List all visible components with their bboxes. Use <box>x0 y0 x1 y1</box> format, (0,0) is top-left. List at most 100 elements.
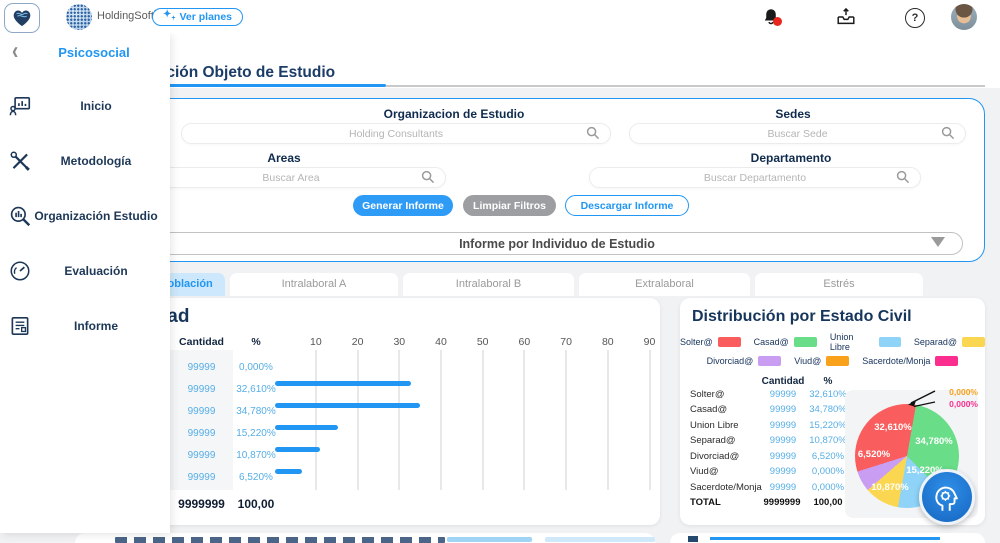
gauge-icon <box>10 261 30 281</box>
clear-filters-button[interactable]: Limpiar Filtros <box>463 195 556 216</box>
pie-row-cantidad: 99999 <box>769 435 797 446</box>
org-search-input[interactable] <box>181 123 611 144</box>
marital-status-title: Distribución por Estado Civil <box>692 308 912 325</box>
area-search-input[interactable] <box>136 167 446 188</box>
generate-report-button[interactable]: Generar Informe <box>353 195 453 216</box>
bar <box>275 446 321 452</box>
sidebar-item-label: Evaluación <box>64 264 128 278</box>
sidebar-item-informe[interactable]: Informe <box>0 311 170 341</box>
legend-label: Sacerdote/Monja <box>862 356 931 366</box>
search-building-icon <box>10 206 31 227</box>
report-icon <box>11 317 29 335</box>
bar <box>275 402 421 408</box>
pie-legend-row-2: Divorciad@ Viud@ Sacerdote/Monja <box>680 356 985 366</box>
pie-row-percent: 10,870% <box>809 435 847 446</box>
pie-percent-header: % <box>823 376 833 387</box>
sparkle-icon: ✦+ <box>163 9 176 23</box>
pie-row-percent: 6,520% <box>811 450 845 462</box>
outbox-icon[interactable] <box>834 6 858 28</box>
cantidad-column-header: Cantidad <box>179 336 224 348</box>
x-tick-label: 10 <box>310 336 322 348</box>
sidebar-section-title: Psicosocial <box>58 45 130 60</box>
gridline <box>356 350 359 490</box>
x-tick-label: 60 <box>518 336 531 348</box>
legend-label: Divorciad@ <box>706 356 754 366</box>
sidebar-item-inicio[interactable]: Inicio <box>0 91 170 121</box>
gridline <box>314 350 317 490</box>
report-type-select[interactable]: Informe por Individuo de Estudio <box>151 232 963 255</box>
org-label: Organizacion de Estudio <box>383 107 525 121</box>
x-tick-label: 70 <box>560 336 572 348</box>
percent-cell: 32,610% <box>236 384 276 395</box>
collapse-sidebar-chevron-icon[interactable]: ‹ <box>12 38 18 67</box>
title-divider <box>386 85 985 87</box>
study-filter-panel: Organizacion de Estudio Sedes Areas Depa… <box>133 98 985 262</box>
gridline <box>523 350 526 490</box>
sidebar-item-label: Inicio <box>80 99 112 113</box>
sidebar-item-metodologia[interactable]: Metodología <box>0 146 170 176</box>
pie-total-label: TOTAL <box>690 497 721 508</box>
pie-row-cantidad: 99999 <box>769 466 797 477</box>
help-icon[interactable]: ? <box>905 8 925 28</box>
gridline <box>440 350 442 490</box>
pie-callout-viuda: 0,000% <box>949 387 978 397</box>
sidebar-item-evaluacion[interactable]: Evaluación <box>0 256 170 286</box>
percent-cell: 34,780% <box>236 406 276 417</box>
legend-swatch <box>717 337 741 347</box>
legend-item: Casad@ <box>754 337 817 347</box>
x-tick-label: 90 <box>643 336 656 348</box>
clipped-divider <box>710 537 940 540</box>
tab-extralaboral[interactable]: Extralaboral <box>579 273 750 296</box>
clipped-legend-swatch <box>447 537 532 542</box>
pie-row-label: Casad@ <box>690 404 728 415</box>
pie-row-percent: 0,000% <box>811 466 845 477</box>
pie-row-cantidad: 99999 <box>769 404 797 415</box>
legend-item: Solter@ <box>680 337 741 347</box>
percent-cell: 10,870% <box>236 450 276 461</box>
ver-planes-button[interactable]: ✦+ Ver planes <box>152 8 244 26</box>
legend-label: Viud@ <box>794 356 822 366</box>
pie-cantidad-header: Cantidad <box>761 376 805 387</box>
x-tick-label: 80 <box>601 336 614 348</box>
gridline <box>565 350 568 490</box>
heart-brain-icon <box>13 10 31 27</box>
sede-search-input[interactable] <box>629 123 966 144</box>
clipped-legend-swatch <box>545 537 655 542</box>
tab-estres[interactable]: Estrés <box>755 273 923 296</box>
ver-planes-label: Ver planes <box>179 11 233 23</box>
bar <box>275 380 411 386</box>
x-tick-label: 20 <box>351 336 364 348</box>
app-screen: HoldingSoft® ✦+ Ver planes ? Organizació… <box>0 0 1000 543</box>
pie-total-cantidad: 9999999 <box>763 497 801 508</box>
pie-row-label: Solter@ <box>690 388 725 400</box>
gridline <box>606 350 609 490</box>
tab-intralaboral-a[interactable]: Intralaboral A <box>230 273 398 296</box>
percent-cell: 6,520% <box>239 472 273 483</box>
legend-item: Union Libre <box>830 332 901 352</box>
departamento-label: Departamento <box>750 151 832 165</box>
legend-swatch <box>758 356 782 366</box>
departamento-search-input[interactable] <box>589 167 921 188</box>
chevron-down-icon[interactable] <box>931 237 945 247</box>
pie-slice-label: 10,870% <box>871 482 909 493</box>
heart-brain-logo-button[interactable] <box>4 3 40 33</box>
bar <box>275 424 339 430</box>
notifications-bell-icon[interactable] <box>760 6 784 28</box>
pie-row-cantidad: 99999 <box>769 450 797 462</box>
notification-badge <box>773 17 782 26</box>
download-report-button[interactable]: Descargar Informe <box>565 195 689 216</box>
age-total-percent: 100,00 <box>237 497 275 511</box>
search-icon <box>941 126 955 140</box>
sidebar-item-organizacion-estudio[interactable]: Organización Estudio <box>0 201 170 231</box>
sidebar-item-label: Informe <box>73 319 118 333</box>
report-type-value: Informe por Individuo de Estudio <box>459 236 655 251</box>
pie-row-percent: 32,610% <box>809 388 847 400</box>
ai-assistant-fab[interactable] <box>919 469 975 525</box>
cantidad-cell: 99999 <box>187 428 216 439</box>
tab-intralaboral-b[interactable]: Intralaboral B <box>403 273 574 296</box>
user-avatar[interactable] <box>951 4 977 30</box>
legend-swatch <box>793 337 817 347</box>
legend-item: Viud@ <box>794 356 850 366</box>
percent-cell: 15,220% <box>236 428 276 439</box>
search-icon <box>896 170 910 184</box>
